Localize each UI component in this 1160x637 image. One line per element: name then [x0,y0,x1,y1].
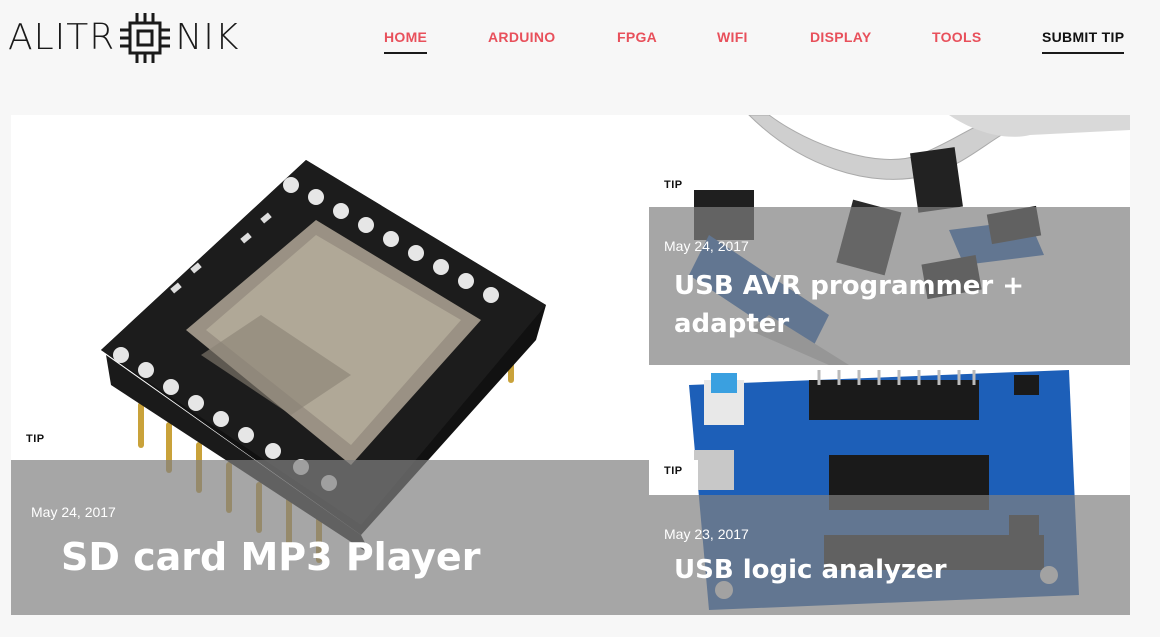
post-tag[interactable]: TIP [656,173,691,200]
post-title-line: USB AVR programmer + [674,271,1025,301]
post-tag[interactable]: TIP [649,460,698,492]
post-title[interactable]: SD card MP3 Player [61,535,480,579]
logo-text-right: NIK [175,17,240,58]
post-tag[interactable]: TIP [19,429,52,449]
chip-logo-icon [120,13,171,63]
post-card-logic-analyzer[interactable]: TIP May 23, 2017 USB logic analyzer [649,365,1130,615]
post-date: May 24, 2017 [664,238,749,254]
nav-submit-tip[interactable]: SUBMIT TIP [1042,29,1125,54]
post-title[interactable]: USB AVR programmer + adapter [674,267,1024,343]
post-date: May 24, 2017 [31,504,116,520]
post-title[interactable]: USB logic analyzer [674,555,947,585]
site-logo[interactable]: ALITR NIK [8,10,239,66]
post-card-mp3-player[interactable]: TIP May 24, 2017 SD card MP3 Player [11,115,655,615]
post-title-line: adapter [674,309,790,339]
post-date: May 23, 2017 [664,526,749,542]
nav-display[interactable]: DISPLAY [810,29,872,52]
nav-home[interactable]: HOME [384,29,428,54]
logo-text-left: ALITR [8,17,116,58]
nav-fpga[interactable]: FPGA [617,29,657,52]
nav-wifi[interactable]: WIFI [717,29,748,52]
post-card-avr-programmer[interactable]: TIP May 24, 2017 USB AVR programmer + ad… [649,115,1130,365]
nav-arduino[interactable]: ARDUINO [488,29,555,52]
nav-tools[interactable]: TOOLS [932,29,981,52]
